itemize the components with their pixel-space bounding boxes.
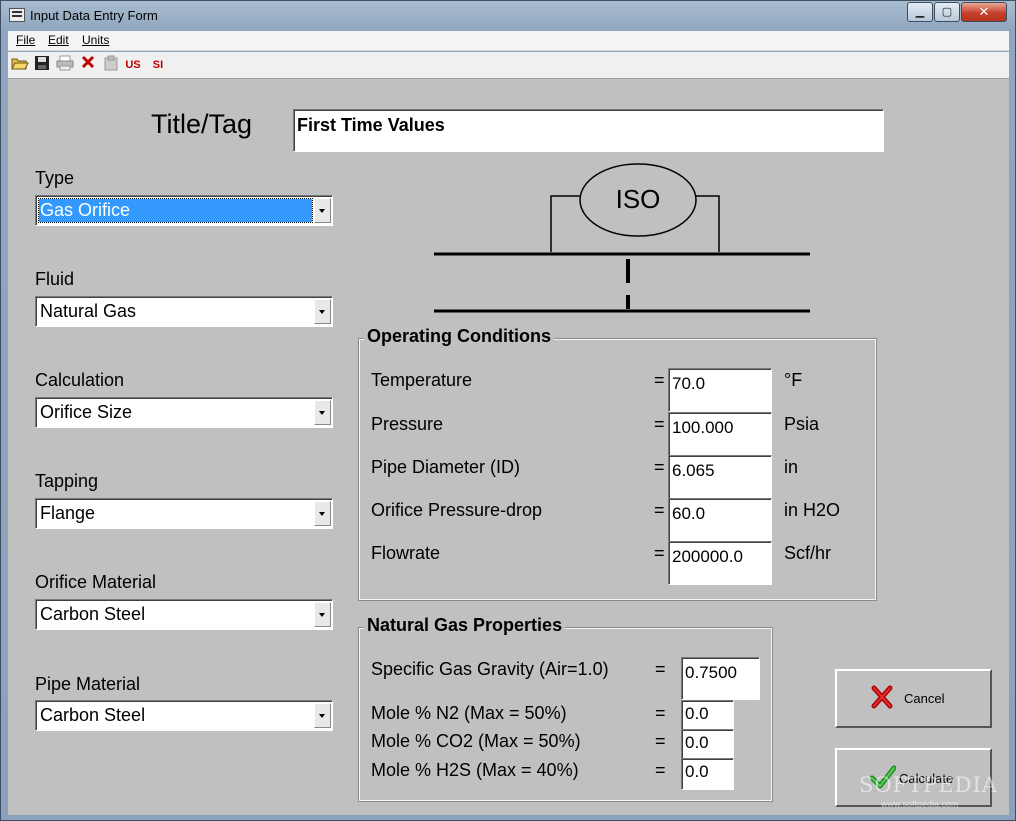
mole-n2-input[interactable]: 0.0	[681, 700, 734, 730]
pipe-diameter-equals: =	[654, 457, 665, 477]
mole-h2s-input[interactable]: 0.0	[681, 758, 734, 790]
flowrate-equals: =	[654, 543, 665, 563]
temperature-input[interactable]: 70.0	[668, 368, 772, 412]
temperature-unit: °F	[784, 370, 803, 390]
red-x-icon	[871, 685, 893, 709]
pipe-diameter-unit: in	[784, 457, 799, 477]
mole-n2-label: Mole % N2 (Max = 50%)	[371, 703, 567, 723]
type-combo-value: Gas Orifice	[38, 198, 313, 223]
chevron-down-icon[interactable]	[314, 703, 331, 728]
calculation-combo[interactable]: Orifice Size	[35, 397, 333, 428]
menu-file-label: File	[16, 33, 36, 47]
menu-units-label: Units	[82, 33, 110, 47]
calculation-label: Calculation	[35, 370, 125, 390]
title-tag-input[interactable]: First Time Values	[293, 109, 884, 152]
mole-n2-equals: =	[655, 703, 666, 723]
operating-conditions-title: Operating Conditions	[364, 326, 554, 347]
orifice-material-combo[interactable]: Carbon Steel	[35, 599, 333, 630]
pressure-unit: Psia	[784, 414, 820, 434]
menu-file[interactable]: File	[16, 33, 35, 47]
pressure-drop-equals: =	[654, 500, 665, 520]
specific-gravity-equals: =	[655, 659, 666, 679]
pipe-diameter-label: Pipe Diameter (ID)	[371, 457, 521, 477]
close-button[interactable]: ✕	[961, 2, 1007, 22]
cancel-label: Cancel	[904, 691, 945, 706]
mole-h2s-label: Mole % H2S (Max = 40%)	[371, 760, 579, 780]
minimize-button[interactable]: ▁	[907, 2, 933, 22]
calculation-combo-value: Orifice Size	[40, 402, 133, 422]
tap-line-left	[550, 195, 580, 252]
watermark-url: www.softpedia.com	[881, 799, 959, 809]
save-disk-icon[interactable]	[32, 55, 52, 75]
type-label: Type	[35, 168, 75, 188]
chevron-down-icon[interactable]	[314, 602, 331, 627]
tapping-label: Tapping	[35, 471, 99, 491]
orifice-material-combo-value: Carbon Steel	[40, 604, 146, 624]
tapping-combo[interactable]: Flange	[35, 498, 333, 529]
chevron-down-icon[interactable]	[314, 198, 331, 223]
clipboard-icon[interactable]	[101, 55, 121, 75]
iso-label: ISO	[616, 184, 661, 214]
toolbar: US SI	[8, 52, 1009, 79]
flowrate-unit: Scf/hr	[784, 543, 832, 563]
menu-edit-label: Edit	[48, 33, 69, 47]
fluid-combo-value: Natural Gas	[40, 301, 137, 321]
gas-properties-title: Natural Gas Properties	[364, 615, 566, 636]
watermark-text: SOFTPEDIA	[859, 773, 998, 797]
mole-co2-equals: =	[655, 731, 666, 751]
red-x-icon[interactable]	[78, 55, 98, 75]
temperature-equals: =	[654, 370, 665, 390]
si-units-button[interactable]: SI	[148, 55, 168, 75]
type-combo[interactable]: Gas Orifice	[35, 195, 333, 226]
menu-edit[interactable]: Edit	[48, 33, 69, 47]
fluid-combo[interactable]: Natural Gas	[35, 296, 333, 327]
title-tag-label: Title/Tag	[151, 109, 253, 139]
cancel-button[interactable]: Cancel	[835, 669, 992, 728]
chevron-down-icon[interactable]	[314, 501, 331, 526]
pipe-material-combo-value: Carbon Steel	[40, 705, 146, 725]
fluid-label: Fluid	[35, 269, 75, 289]
chevron-down-icon[interactable]	[314, 299, 331, 324]
tap-line-right	[696, 195, 720, 252]
form-area: Title/Tag First Time Values Type Gas Ori…	[8, 79, 1009, 815]
flowrate-label: Flowrate	[371, 543, 441, 563]
maximize-button[interactable]: ▢	[934, 2, 960, 22]
pipe-diameter-input[interactable]: 6.065	[668, 455, 772, 499]
specific-gravity-label: Specific Gas Gravity (Air=1.0)	[371, 659, 609, 679]
pressure-drop-input[interactable]: 60.0	[668, 498, 772, 542]
pipe-material-label: Pipe Material	[35, 674, 141, 694]
pressure-drop-unit: in H2O	[784, 500, 841, 520]
temperature-label: Temperature	[371, 370, 473, 390]
chevron-down-icon[interactable]	[314, 400, 331, 425]
pressure-equals: =	[654, 414, 665, 434]
mole-co2-input[interactable]: 0.0	[681, 729, 734, 759]
tapping-combo-value: Flange	[40, 503, 96, 523]
window-title: Input Data Entry Form	[30, 8, 158, 23]
pressure-label: Pressure	[371, 414, 444, 434]
flowrate-input[interactable]: 200000.0	[668, 541, 772, 585]
us-units-button[interactable]: US	[123, 55, 143, 75]
specific-gravity-input[interactable]: 0.7500	[681, 657, 760, 700]
pressure-input[interactable]: 100.000	[668, 412, 772, 456]
menu-bar: File Edit Units	[8, 31, 1009, 51]
app-icon	[9, 8, 25, 22]
orifice-diagram: ISO	[434, 163, 810, 313]
mole-co2-label: Mole % CO2 (Max = 50%)	[371, 731, 581, 751]
menu-units[interactable]: Units	[82, 33, 109, 47]
pipe-material-combo[interactable]: Carbon Steel	[35, 700, 333, 731]
mole-h2s-equals: =	[655, 760, 666, 780]
title-bar[interactable]: Input Data Entry Form ▁ ▢ ✕	[1, 1, 1015, 31]
app-window: Input Data Entry Form ▁ ▢ ✕ File Edit Un…	[0, 0, 1016, 821]
pressure-drop-label: Orifice Pressure-drop	[371, 500, 543, 520]
orifice-material-label: Orifice Material	[35, 572, 157, 592]
printer-icon[interactable]	[55, 55, 75, 75]
open-folder-icon[interactable]	[10, 55, 30, 75]
